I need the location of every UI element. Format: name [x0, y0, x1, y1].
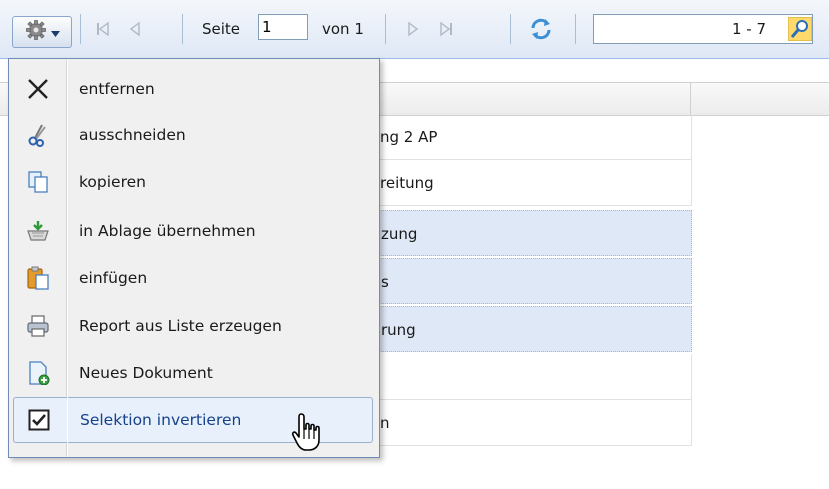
page-number-input[interactable] [258, 14, 308, 40]
menu-item-label: kopieren [79, 173, 146, 191]
menu-item-copy[interactable]: kopieren [13, 159, 373, 205]
toolbar-separator [80, 14, 81, 44]
menu-item-new-document[interactable]: Neues Dokument [13, 350, 373, 396]
copy-icon [13, 159, 63, 205]
table-cell: n [380, 414, 390, 432]
settings-menu-button[interactable] [12, 16, 72, 48]
basket-add-icon [13, 208, 63, 254]
scissors-icon [13, 112, 63, 158]
toolbar-separator [510, 14, 511, 44]
next-page-icon[interactable] [405, 0, 421, 58]
menu-item-label: ausschneiden [79, 126, 186, 144]
close-x-icon [13, 66, 63, 112]
toolbar-separator [575, 14, 576, 44]
menu-item-label: Report aus Liste erzeugen [79, 317, 282, 335]
menu-item-label: einfügen [79, 269, 148, 287]
search-icon[interactable] [788, 0, 812, 58]
previous-page-icon[interactable] [127, 0, 143, 58]
gear-icon [25, 19, 47, 45]
printer-icon [13, 303, 63, 349]
menu-item-label: Neues Dokument [79, 364, 213, 382]
grid-toolbar: Seite von 1 1 - 7 [0, 0, 829, 59]
toolbar-separator [385, 14, 386, 44]
hand-cursor-icon [291, 412, 325, 458]
refresh-icon[interactable] [528, 0, 554, 58]
table-cell: rung [381, 321, 416, 339]
menu-item-remove[interactable]: entfernen [13, 66, 373, 112]
record-range-label: 1 - 7 [732, 20, 767, 38]
column-divider[interactable] [690, 83, 691, 115]
menu-item-label: in Ablage übernehmen [79, 222, 256, 240]
page-label: Seite [202, 20, 241, 38]
paste-icon [13, 255, 63, 301]
menu-item-add-to-clipboard[interactable]: in Ablage übernehmen [13, 208, 373, 254]
menu-item-label: Selektion invertieren [80, 411, 242, 429]
table-cell: s [381, 273, 389, 291]
search-input[interactable] [593, 14, 813, 44]
checkbox-checked-icon [14, 397, 64, 443]
menu-item-paste[interactable]: einfügen [13, 255, 373, 301]
toolbar-separator [182, 14, 183, 44]
menu-item-label: entfernen [79, 80, 155, 98]
new-document-icon [13, 350, 63, 396]
settings-dropdown-menu: entfernen ausschneiden kopieren in Ablag… [8, 58, 380, 458]
menu-item-cut[interactable]: ausschneiden [13, 112, 373, 158]
chevron-down-icon [50, 23, 60, 41]
last-page-icon[interactable] [438, 0, 454, 58]
table-cell: reitung [380, 174, 434, 192]
page-count-label: von 1 [322, 20, 364, 38]
menu-item-create-report[interactable]: Report aus Liste erzeugen [13, 303, 373, 349]
table-cell: zung [381, 225, 418, 243]
first-page-icon[interactable] [95, 0, 111, 58]
table-cell: ng 2 AP [380, 128, 438, 146]
